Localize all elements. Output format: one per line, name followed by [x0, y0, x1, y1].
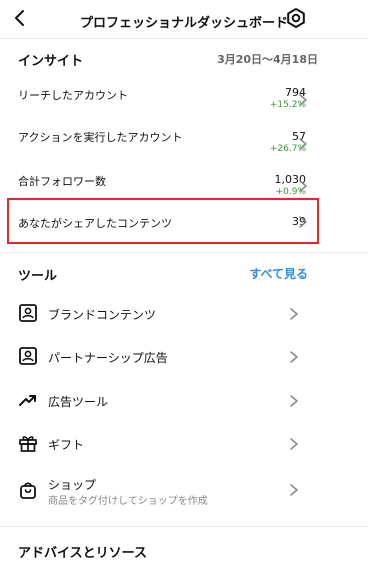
- settings-gear-icon[interactable]: [285, 7, 307, 29]
- shopping-bag-icon: [20, 482, 36, 499]
- see-all-link[interactable]: すべて見る: [249, 265, 308, 282]
- insight-row-label: あなたがシェアしたコンテンツ: [18, 217, 172, 230]
- advice-title: アドバイスとリソース: [18, 546, 147, 561]
- chevron-right-icon: [290, 351, 298, 363]
- partnership-ads-icon: [19, 347, 37, 365]
- insight-row-label: 合計フォロワー数: [18, 175, 106, 188]
- brand-content-icon: [19, 304, 37, 322]
- tool-label: ギフト: [48, 438, 85, 452]
- chevron-right-icon: [299, 180, 307, 192]
- insight-row-label: アクションを実行したアカウント: [18, 131, 183, 144]
- insight-row-label: リーチしたアカウント: [18, 89, 128, 102]
- page-title: プロフェッショナルダッシュボード: [79, 16, 288, 31]
- section-divider: [0, 526, 368, 527]
- chevron-right-icon: [290, 484, 298, 496]
- chevron-right-icon: [290, 438, 298, 450]
- tools-title: ツール: [18, 269, 58, 284]
- tool-label: ショップ: [48, 478, 97, 492]
- trending-up-icon: [19, 395, 36, 406]
- tool-label: 広告ツール: [48, 395, 109, 409]
- section-divider: [0, 252, 368, 253]
- chevron-right-icon: [299, 216, 307, 228]
- header-divider: [0, 38, 368, 39]
- tool-label: ブランドコンテンツ: [48, 308, 157, 322]
- chevron-right-icon: [299, 138, 307, 150]
- chevron-right-icon: [299, 94, 307, 106]
- insights-title: インサイト: [18, 54, 84, 69]
- tool-label: パートナーシップ広告: [48, 351, 168, 365]
- gift-icon: [19, 436, 37, 452]
- chevron-right-icon: [290, 395, 298, 407]
- date-range[interactable]: 3月20日〜4月18日: [217, 51, 318, 67]
- tool-sublabel: 商品をタグ付けしてショップを作成: [48, 496, 208, 507]
- chevron-right-icon: [290, 308, 298, 320]
